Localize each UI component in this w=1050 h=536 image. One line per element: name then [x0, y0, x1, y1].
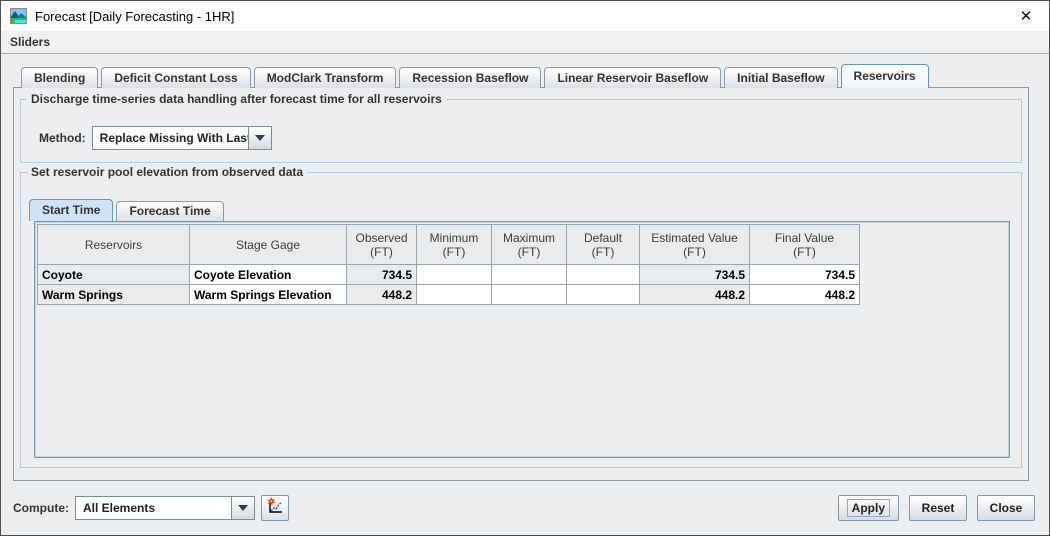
- chevron-down-icon: [238, 505, 248, 511]
- discharge-handling-group: Discharge time-series data handling afte…: [20, 92, 1022, 163]
- tab-modclark-transform[interactable]: ModClark Transform: [253, 67, 397, 88]
- compute-combobox-arrow[interactable]: [231, 497, 254, 519]
- forecast-app-icon: [10, 8, 27, 24]
- parameter-tabstrip: Blending Deficit Constant Loss ModClark …: [13, 64, 929, 88]
- cell-observed: 734.5: [346, 264, 417, 285]
- tab-reservoirs[interactable]: Reservoirs: [840, 64, 929, 88]
- cell-stage-gage: Warm Springs Elevation: [189, 284, 347, 305]
- col-header-maximum: Maximum (FT): [491, 224, 567, 265]
- cell-maximum[interactable]: [491, 264, 567, 285]
- method-label: Method:: [39, 131, 86, 145]
- menu-sliders[interactable]: Sliders: [1, 35, 59, 49]
- cell-final-value[interactable]: 448.2: [749, 284, 860, 305]
- time-tabstrip: Start Time Forecast Time: [29, 199, 224, 221]
- apply-button-label: Apply: [846, 499, 890, 517]
- pool-elevation-group: Set reservoir pool elevation from observ…: [20, 165, 1022, 468]
- tab-start-time[interactable]: Start Time: [29, 199, 114, 221]
- cell-default[interactable]: [566, 264, 640, 285]
- tab-blending[interactable]: Blending: [21, 67, 99, 88]
- cell-maximum[interactable]: [491, 284, 567, 305]
- col-header-observed: Observed (FT): [346, 224, 417, 265]
- compute-combobox-value: All Elements: [83, 501, 156, 515]
- method-combobox-arrow[interactable]: [247, 127, 271, 149]
- window-title: Forecast [Daily Forecasting - 1HR]: [35, 8, 235, 24]
- compute-combobox[interactable]: All Elements: [75, 496, 255, 520]
- window-close-icon[interactable]: ✕: [1003, 1, 1049, 31]
- method-combobox[interactable]: Replace Missing With Last: [91, 126, 272, 150]
- compute-button[interactable]: [261, 495, 289, 521]
- col-header-estimated-value: Estimated Value (FT): [639, 224, 750, 265]
- tab-forecast-time[interactable]: Forecast Time: [116, 201, 224, 221]
- table-row: Coyote Coyote Elevation 734.5 734.5 734.…: [37, 264, 860, 285]
- compute-label: Compute:: [13, 501, 69, 515]
- compute-burst-icon: [266, 496, 284, 520]
- discharge-handling-group-title: Discharge time-series data handling afte…: [27, 92, 446, 106]
- cell-minimum[interactable]: [416, 264, 492, 285]
- title-bar: Forecast [Daily Forecasting - 1HR] ✕: [1, 1, 1049, 31]
- col-header-minimum: Minimum (FT): [416, 224, 492, 265]
- reservoir-table-scrollpane: Reservoirs Stage Gage Observed (FT) Minim…: [34, 221, 1010, 458]
- chevron-down-icon: [254, 135, 265, 141]
- tab-recession-baseflow[interactable]: Recession Baseflow: [399, 67, 542, 88]
- cell-reservoir: Coyote: [37, 264, 190, 285]
- table-row: Warm Springs Warm Springs Elevation 448.…: [37, 284, 860, 305]
- tab-deficit-constant-loss[interactable]: Deficit Constant Loss: [101, 67, 251, 88]
- reset-button[interactable]: Reset: [909, 495, 967, 521]
- cell-default[interactable]: [566, 284, 640, 305]
- col-header-final-value: Final Value (FT): [749, 224, 860, 265]
- reservoir-elevation-table: Reservoirs Stage Gage Observed (FT) Minim…: [37, 224, 860, 305]
- dialog-buttons: Apply Reset Close: [837, 495, 1035, 521]
- menu-bar: Sliders: [1, 31, 1049, 54]
- col-header-stage-gage: Stage Gage: [189, 224, 347, 265]
- cell-reservoir: Warm Springs: [37, 284, 190, 305]
- table-header-row: Reservoirs Stage Gage Observed (FT) Minim…: [37, 224, 860, 265]
- footer-bar: Compute: All Elements Apply Reset Close: [1, 492, 1049, 524]
- tab-initial-baseflow[interactable]: Initial Baseflow: [724, 67, 838, 88]
- cell-stage-gage: Coyote Elevation: [189, 264, 347, 285]
- apply-button[interactable]: Apply: [837, 495, 899, 521]
- close-button[interactable]: Close: [977, 495, 1035, 521]
- pool-elevation-group-title: Set reservoir pool elevation from observ…: [27, 165, 308, 179]
- cell-minimum[interactable]: [416, 284, 492, 305]
- col-header-default: Default (FT): [566, 224, 640, 265]
- cell-observed: 448.2: [346, 284, 417, 305]
- reservoirs-tab-panel: Discharge time-series data handling afte…: [13, 87, 1029, 481]
- col-header-reservoirs: Reservoirs: [37, 224, 190, 265]
- cell-estimated-value: 448.2: [639, 284, 750, 305]
- cell-final-value[interactable]: 734.5: [749, 264, 860, 285]
- method-combobox-value: Replace Missing With Last: [99, 131, 248, 145]
- cell-estimated-value: 734.5: [639, 264, 750, 285]
- tab-linear-reservoir-baseflow[interactable]: Linear Reservoir Baseflow: [544, 67, 722, 88]
